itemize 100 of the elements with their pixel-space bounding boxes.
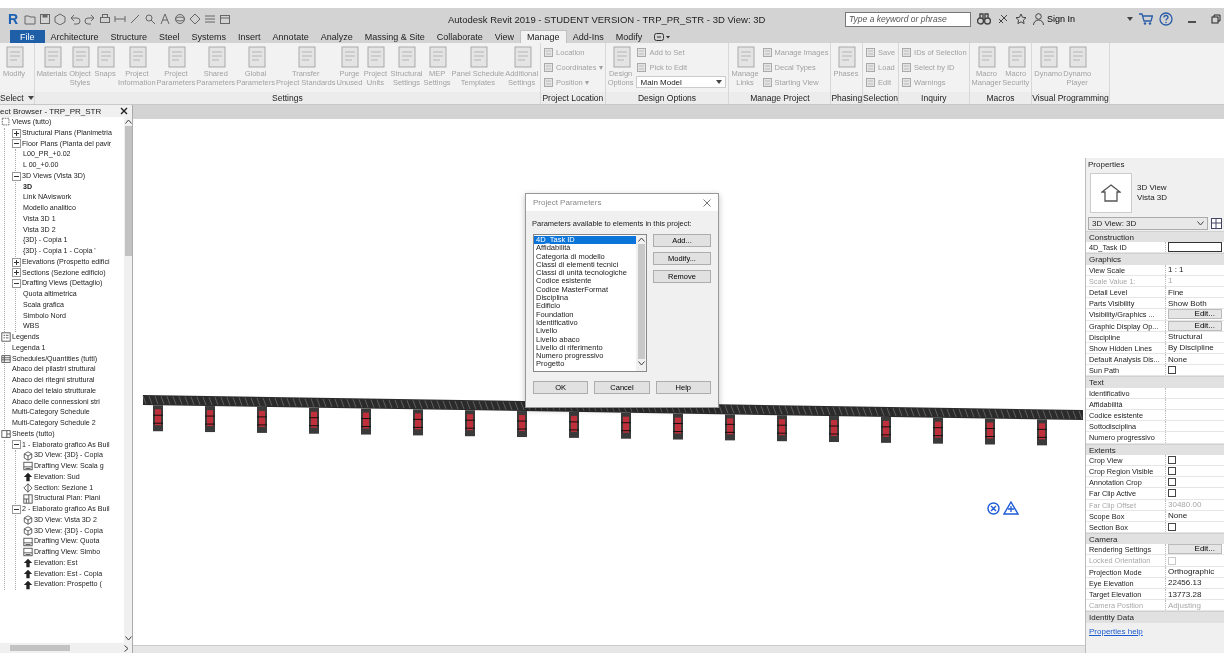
scrollbar[interactable]: [636, 235, 646, 371]
property-value: By Discipline: [1168, 343, 1214, 353]
property-group-header[interactable]: Extents: [1086, 443, 1224, 455]
property-value: Structural: [1168, 332, 1203, 342]
diamond-icon[interactable]: [189, 13, 202, 25]
caret-right-icon: [124, 644, 129, 652]
app-logo[interactable]: R: [8, 11, 19, 27]
binoculars-icon[interactable]: [977, 13, 991, 25]
panel-title: Properties: [1087, 159, 1126, 171]
type-name: Vista 3D: [1137, 193, 1168, 203]
caret-icon[interactable]: [1127, 17, 1133, 21]
option-dropdown[interactable]: Main Model: [636, 76, 727, 88]
property-group-header[interactable]: Identity Data: [1086, 611, 1224, 623]
star-icon[interactable]: [1015, 13, 1027, 25]
cart-icon[interactable]: [1139, 13, 1153, 25]
scrollbar[interactable]: [124, 117, 132, 643]
edit-button[interactable]: Edit...: [1168, 320, 1222, 331]
help-link[interactable]: Properties help: [1089, 626, 1143, 636]
panel-title: Macros: [969, 92, 1032, 104]
checkbox[interactable]: [1168, 489, 1176, 498]
ribbon-tab[interactable]: Massing & Site: [358, 30, 431, 43]
ribbon-tab[interactable]: Architecture: [44, 30, 105, 43]
edit-button[interactable]: Edit...: [1168, 544, 1222, 555]
type-name: 3D View: [1137, 183, 1168, 193]
text-icon[interactable]: [159, 13, 172, 25]
close-circle-icon[interactable]: [987, 502, 1000, 515]
property-value: None: [1168, 354, 1188, 364]
panel-title: Selection: [863, 92, 899, 104]
checkbox[interactable]: [1168, 467, 1176, 476]
drafting-icon: [23, 547, 33, 558]
panel-toggle-icon[interactable]: [654, 32, 671, 41]
scrollbar[interactable]: [0, 643, 132, 653]
expander-icon[interactable]: [12, 139, 21, 149]
property-value: Orthographic: [1168, 567, 1215, 577]
property-value: 1 : 1: [1168, 265, 1184, 275]
sphere-icon[interactable]: [174, 13, 187, 25]
expander-icon[interactable]: [12, 504, 21, 514]
property-group-header[interactable]: Text: [1086, 376, 1224, 388]
ribbon-tab[interactable]: File: [10, 30, 45, 43]
ribbon-tab[interactable]: Annotate: [266, 30, 315, 43]
ribbon-tab[interactable]: Analyze: [314, 30, 359, 43]
property-value: Show Both: [1168, 298, 1207, 308]
edit-type-icon[interactable]: [1211, 218, 1222, 229]
section-icon: [23, 482, 33, 493]
scrollbar-thumb[interactable]: [10, 645, 70, 651]
property-group-header[interactable]: Construction: [1086, 231, 1224, 243]
expander-icon[interactable]: [12, 279, 21, 289]
save-icon[interactable]: [39, 13, 52, 25]
measure-icon[interactable]: [114, 13, 127, 25]
caret-icon: [716, 80, 723, 84]
close-icon[interactable]: [120, 107, 128, 115]
list-icon[interactable]: [204, 13, 217, 25]
ribbon-tab[interactable]: Collaborate: [430, 30, 489, 43]
sign-in-button[interactable]: Sign In: [1033, 13, 1121, 25]
expander-icon[interactable]: [12, 268, 21, 278]
panel-title: Inquiry: [899, 92, 969, 104]
ribbon-tab[interactable]: Insert: [232, 30, 267, 43]
ribbon-tab[interactable]: Systems: [185, 30, 233, 43]
warning-triangle-icon[interactable]: [1003, 501, 1019, 515]
ribbon-tab[interactable]: Steel: [153, 30, 186, 43]
checkbox[interactable]: [1168, 522, 1176, 531]
caret-icon: [27, 96, 34, 100]
print-icon[interactable]: [99, 13, 112, 25]
type-selector-dropdown[interactable]: 3D View: 3D: [1088, 217, 1208, 230]
panel-title: Phasing: [831, 92, 863, 104]
property-value: Fine: [1168, 287, 1184, 297]
checkbox[interactable]: [1168, 478, 1176, 487]
expander-icon[interactable]: [12, 171, 21, 181]
help-icon[interactable]: [1159, 12, 1173, 26]
line-icon[interactable]: [129, 13, 142, 25]
checkbox[interactable]: [1168, 366, 1176, 375]
window-icon[interactable]: [219, 13, 232, 25]
ribbon-tab[interactable]: Modify: [609, 30, 649, 43]
panel-title: Design Options: [605, 92, 729, 104]
ribbon-tab[interactable]: Structure: [104, 30, 154, 43]
checkbox[interactable]: [1168, 455, 1176, 464]
panel-title: Project Location: [541, 92, 605, 104]
property-value: 1: [1168, 276, 1173, 286]
ribbon-tab[interactable]: Manage: [520, 30, 567, 43]
redo-icon[interactable]: [84, 13, 97, 25]
text-field[interactable]: [1168, 242, 1222, 253]
property-group-header[interactable]: Camera: [1086, 533, 1224, 545]
undo-icon[interactable]: [69, 13, 82, 25]
expander-icon[interactable]: [12, 128, 21, 138]
scrollbar-thumb[interactable]: [637, 244, 645, 359]
expander-icon[interactable]: [12, 257, 21, 267]
caret-down-icon: [124, 636, 132, 641]
restore-icon[interactable]: [1211, 14, 1222, 24]
property-group-header[interactable]: Graphics: [1086, 253, 1224, 265]
ribbon-tab[interactable]: View: [488, 30, 521, 43]
edit-button[interactable]: Edit...: [1168, 309, 1222, 320]
panel-title[interactable]: Select: [0, 92, 34, 104]
panel-title: ect Browser - TRP_PR_STR: [0, 106, 102, 116]
search-field[interactable]: Type a keyword or phrase: [845, 11, 971, 27]
drafting-icon: [23, 461, 33, 472]
open-folder-icon[interactable]: [24, 13, 37, 25]
expander-icon[interactable]: [12, 440, 21, 450]
ribbon-tab[interactable]: Add-Ins: [566, 30, 610, 43]
scrollbar-thumb[interactable]: [124, 126, 132, 256]
caret-up-icon: [124, 119, 132, 124]
